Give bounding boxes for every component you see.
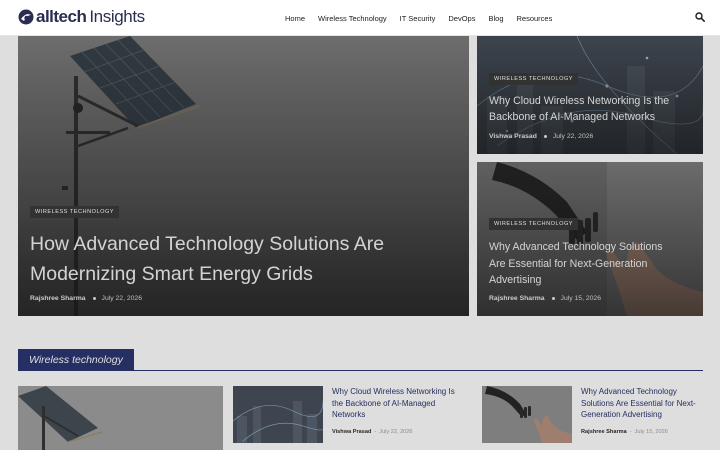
section-post-2-title-line-1: Why Advanced Technology xyxy=(581,387,677,396)
meta-separator-dot xyxy=(543,135,547,138)
network-city-thumbnail xyxy=(233,386,323,443)
section-post-2-date: July 15, 2026 xyxy=(634,429,668,435)
section-title[interactable]: Wireless technology xyxy=(18,349,134,371)
robot-hand-thumbnail xyxy=(482,386,572,443)
logo-text-bold: alltech xyxy=(36,7,87,26)
hero-main-author[interactable]: Rajshree Sharma xyxy=(30,295,86,302)
section-post-1-title-line-1: Why Cloud Wireless Networking Is xyxy=(332,387,455,396)
hero-bottom-right-title[interactable]: Why Advanced Technology Solutions Are Es… xyxy=(489,239,663,289)
hero-bottom-right-author[interactable]: Rajshree Sharma xyxy=(489,295,545,302)
hero-top-right-title[interactable]: Why Cloud Wireless Networking Is the Bac… xyxy=(489,93,669,125)
hero-bottom-right-title-line-3: Advertising xyxy=(489,274,542,286)
meta-separator-dash: - xyxy=(629,429,632,435)
nav-item-home[interactable]: Home xyxy=(285,14,305,23)
hero-bottom-right-date: July 15, 2026 xyxy=(560,295,601,302)
search-icon[interactable] xyxy=(695,12,705,22)
section-post-1-author[interactable]: Vishwa Prasad xyxy=(332,429,371,435)
section-post-2-title[interactable]: Why Advanced Technology Solutions Are Es… xyxy=(581,386,711,421)
hero-bottom-right-title-line-2: Are Essential for Next-Generation xyxy=(489,257,648,270)
meta-separator-dot xyxy=(551,297,555,300)
section-post-1-date: July 22, 2026 xyxy=(379,429,413,435)
hero-main-meta: Rajshree Sharma July 22, 2026 xyxy=(30,295,142,302)
meta-separator-dot xyxy=(92,297,96,300)
nav-item-resources[interactable]: Resources xyxy=(517,14,553,23)
section-post-1-title[interactable]: Why Cloud Wireless Networking Is the Bac… xyxy=(332,386,472,421)
meta-separator-dash: - xyxy=(374,429,377,435)
hero-top-right-title-line-1: Why Cloud Wireless Networking Is the xyxy=(489,95,670,107)
hero-top-right-meta: Vishwa Prasad July 22, 2026 xyxy=(489,133,593,140)
section-post-1-title-line-3: Networks xyxy=(332,410,366,419)
logo-text-light: Insights xyxy=(89,7,145,26)
nav-item-it-security[interactable]: IT Security xyxy=(400,14,436,23)
hero-top-right-category-badge[interactable]: WIRELESS TECHNOLOGY xyxy=(489,73,579,85)
hero-main-date: July 22, 2026 xyxy=(101,295,142,302)
hero-bottom-right-category-badge[interactable]: WIRELESS TECHNOLOGY xyxy=(489,218,579,230)
section-header: Wireless technology xyxy=(18,349,703,371)
hero-bottom-right-meta: Rajshree Sharma July 15, 2026 xyxy=(489,295,601,302)
solar-panel-thumbnail xyxy=(18,386,223,450)
section-post-1-thumbnail[interactable] xyxy=(233,386,323,443)
hero-bottom-right-card[interactable]: WIRELESS TECHNOLOGY Why Advanced Technol… xyxy=(477,162,703,316)
hero-top-right-card[interactable]: WIRELESS TECHNOLOGY Why Cloud Wireless N… xyxy=(477,36,703,154)
section-post-2-title-line-2: Solutions Are Essential for Next- xyxy=(581,398,696,408)
hero-main-card[interactable]: WIRELESS TECHNOLOGY How Advanced Technol… xyxy=(18,36,469,316)
hero-main-title-line-2: Modernizing Smart Energy Grids xyxy=(30,263,313,285)
section-post-2-author[interactable]: Rajshree Sharma xyxy=(581,429,627,435)
nav-item-blog[interactable]: Blog xyxy=(488,14,503,23)
hero-main-title-line-1: How Advanced Technology Solutions Are xyxy=(30,233,385,255)
hero-top-right-author[interactable]: Vishwa Prasad xyxy=(489,133,537,140)
main-nav: Home Wireless Technology IT Security Dev… xyxy=(285,0,565,36)
hero-top-right-title-line-2: Backbone of AI-Managed Networks xyxy=(489,111,656,123)
section-post-2-thumbnail[interactable] xyxy=(482,386,572,443)
hero-top-right-date: July 22, 2026 xyxy=(552,133,594,140)
section-post-1-title-line-2: the Backbone of AI-Managed xyxy=(332,398,436,408)
nav-item-wireless-technology[interactable]: Wireless Technology xyxy=(318,14,387,23)
section-post-1-meta: Vishwa Prasad - July 22, 2026 xyxy=(332,429,413,435)
hero-main-category-badge[interactable]: WIRELESS TECHNOLOGY xyxy=(30,206,120,218)
hero-main-title[interactable]: How Advanced Technology Solutions Are Mo… xyxy=(30,229,384,289)
section-post-2-meta: Rajshree Sharma - July 15, 2026 xyxy=(581,429,668,435)
section-post-2-title-line-3: Generation Advertising xyxy=(581,410,662,419)
nav-item-devops[interactable]: DevOps xyxy=(448,14,475,23)
hero-bottom-right-title-line-1: Why Advanced Technology Solutions xyxy=(489,241,663,253)
site-logo[interactable]: alltech Insights xyxy=(18,6,145,28)
alltech-logo-icon xyxy=(18,9,34,25)
site-header: alltech Insights Home Wireless Technolog… xyxy=(0,0,720,36)
section-featured-thumbnail[interactable] xyxy=(18,386,223,450)
